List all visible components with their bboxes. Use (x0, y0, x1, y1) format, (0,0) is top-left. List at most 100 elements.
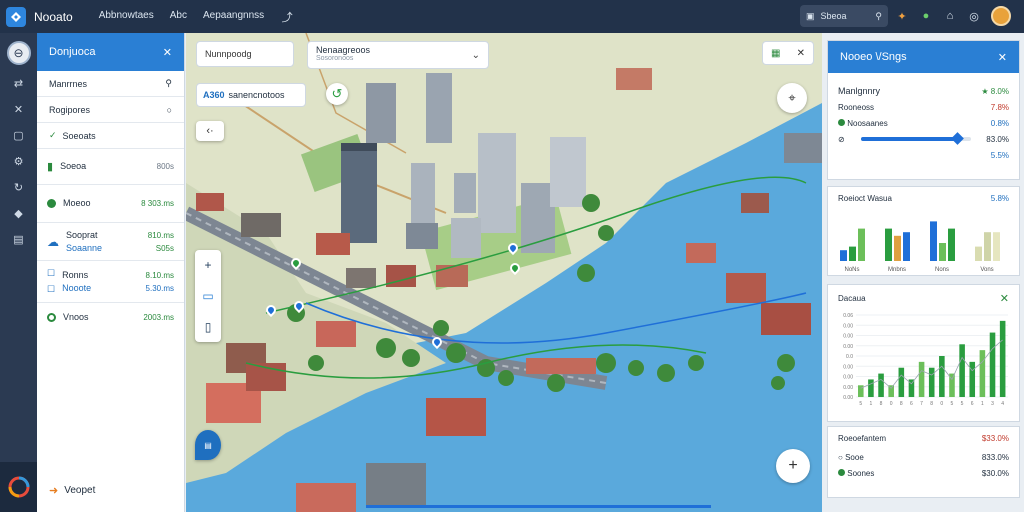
stats-row: Manlgnnry ★ 8.0% (828, 83, 1019, 99)
close-cross-icon[interactable]: ✕ (11, 101, 27, 117)
checkbox-icon[interactable]: ☐ (47, 284, 55, 295)
top-menu: Abbnowtaes Abc Aepaangnnss ⤴ (99, 10, 294, 24)
location-icon[interactable]: ● (919, 9, 933, 23)
zoom-in-icon[interactable]: + (204, 258, 211, 272)
menu-item-1[interactable]: Abbnowtaes (99, 10, 154, 24)
settings-icon[interactable]: ⚙ (11, 153, 27, 169)
loading-progress-bar (366, 505, 711, 508)
close-icon[interactable]: ✕ (1000, 292, 1009, 305)
help-icon[interactable]: ◎ (967, 9, 981, 23)
panel-row-2[interactable]: Rogipores ○ (37, 97, 184, 123)
panel-footer[interactable]: ➜ Veopet (37, 468, 185, 512)
chart-x-tick: 1 (981, 401, 984, 407)
layer-name: Ronns (62, 269, 89, 280)
summary-value: $33.0% (981, 433, 1009, 443)
chart-bar (939, 243, 946, 261)
refresh-icon[interactable]: ↻ (11, 179, 27, 195)
dashboard-icon[interactable]: ⊖ (6, 41, 31, 65)
notification-icon[interactable]: ✦ (895, 9, 909, 23)
home-icon[interactable]: ⌂ (943, 9, 957, 23)
panel-row-3[interactable]: ✓ Soeoats (37, 123, 184, 149)
chart-y-tick: 0.00 (843, 375, 853, 381)
chart-category-label: Mnbns (888, 267, 906, 273)
chart-bar (894, 235, 901, 261)
close-icon[interactable]: ✕ (797, 48, 805, 59)
slider-thumb[interactable] (951, 132, 965, 145)
bookmark-icon[interactable]: ▯ (205, 320, 212, 334)
chart-x-tick: 8 (880, 401, 883, 407)
search-icon[interactable]: ⚲ (165, 78, 172, 89)
map-search-input[interactable]: Nunnpoodg (196, 41, 294, 67)
summary-row[interactable]: ○ Sooe 833.0% (828, 449, 1019, 465)
menu-item-3[interactable]: Aepaangnnss (203, 10, 264, 24)
layer-item-1[interactable]: ▮ Soeoa 800s (37, 149, 184, 185)
chart-bar (975, 246, 982, 261)
layer-item-3[interactable]: ☁ Sooprat Soaanne 810.ms S05s (37, 223, 184, 261)
chart-x-tick: 5 (859, 401, 862, 407)
radio-icon[interactable]: ○ (838, 453, 843, 462)
radio-selected-icon[interactable] (838, 468, 845, 476)
radio-icon[interactable] (47, 312, 56, 322)
layer-item-5[interactable]: Vnoos 2003.ms (37, 303, 184, 331)
progress-slider[interactable] (860, 132, 971, 145)
top-bar: Nooato Abbnowtaes Abc Aepaangnnss ⤴ ▣ Sb… (0, 0, 1024, 33)
chart-y-tick: 0.06 (843, 313, 853, 319)
arrow-icon[interactable]: ⤴ (280, 10, 294, 24)
chart-bar (989, 332, 996, 397)
stats-label: Rooneoss (838, 102, 875, 112)
chart-x-tick: 7 (920, 401, 923, 407)
layers-panel: Donjuoca ✕ Manrrnes ⚲ Rogipores ○ ✓ Soeo… (37, 33, 185, 512)
grid-icon[interactable]: ▦ (771, 48, 780, 59)
stats-row: Rooneoss 7.8% (828, 99, 1019, 115)
dropdown-subtitle: Sosoronoos (316, 55, 354, 62)
chip-text: sanencnotoos (228, 90, 285, 100)
summary-header: Roeoefantem $33.0% (828, 427, 1019, 449)
brand-logo-icon[interactable] (7, 475, 31, 499)
stats-row: 5.5% (828, 147, 1019, 163)
chevron-down-icon[interactable]: ⌄ (472, 50, 480, 61)
bar-chart-panel: Roeioct Wasua 5.8% NoNs Mnbns Nons Vons (827, 186, 1020, 276)
trend-chart-panel: Dacaua ✕ 0.06 0.00 0.00 0.00 0.0 0.00 0.00 0.00… (827, 284, 1020, 422)
chart-bar (928, 367, 935, 397)
layers-icon[interactable]: ▭ (202, 289, 213, 303)
app-logo-icon[interactable] (6, 6, 26, 27)
chart-bar (999, 320, 1006, 397)
stats-value: 0.8% (990, 118, 1009, 128)
bar-chart-value: 5.8% (990, 193, 1009, 203)
recenter-icon[interactable]: ↺ (326, 83, 348, 105)
satellite-icon[interactable]: ⌖ (777, 83, 807, 113)
close-icon[interactable]: ✕ (163, 46, 172, 59)
close-icon[interactable]: ✕ (998, 51, 1007, 64)
status-dot-icon (838, 118, 845, 126)
square-icon[interactable]: ▢ (11, 127, 27, 143)
location-marker-icon[interactable]: ▤ (195, 430, 221, 460)
chart-bar (959, 344, 965, 397)
layer-item-2[interactable]: Moeoo 8 303.ms (37, 185, 184, 223)
search-icon[interactable]: ⚲ (875, 11, 882, 22)
top-search[interactable]: ▣ Sbeoa ⚲ (800, 5, 888, 27)
menu-item-2[interactable]: Abc (170, 10, 187, 24)
summary-title: Roeoefantem (838, 433, 887, 443)
summary-row[interactable]: Soones $30.0% (828, 465, 1019, 481)
map-layer-dropdown[interactable]: Nenaagreoos Sosoronoos ⌄ (307, 41, 489, 69)
document-icon[interactable]: ▤ (11, 231, 27, 247)
footer-label: Veopet (64, 484, 96, 496)
checkbox-icon[interactable]: ☐ (47, 268, 55, 279)
layer-name: Soeoa (60, 161, 87, 171)
collapse-icon[interactable]: ‹· (196, 121, 224, 141)
chat-icon[interactable]: ◆ (11, 205, 27, 221)
stats-label: Noosaanes (847, 118, 888, 128)
stats-label: Manlgnnry (838, 86, 881, 96)
add-icon[interactable]: + (776, 449, 810, 483)
shuffle-icon[interactable]: ⇄ (11, 75, 27, 91)
panel-row-label: Rogipores (49, 104, 91, 115)
map-info-chip[interactable]: A360 sanencnotoos (196, 83, 306, 107)
avatar[interactable] (991, 6, 1011, 26)
layer-value: 8 303.ms (141, 199, 174, 208)
trend-chart-header: Dacaua ✕ (828, 285, 1019, 311)
circle-icon[interactable]: ○ (167, 105, 172, 115)
summary-label: Soones (847, 468, 875, 478)
chart-category-label: Vons (980, 267, 993, 273)
layer-item-4[interactable]: ☐ ☐ Ronns Nooote 8.10.ms 5.30.ms (37, 261, 184, 303)
panel-row-1[interactable]: Manrrnes ⚲ (37, 71, 184, 97)
